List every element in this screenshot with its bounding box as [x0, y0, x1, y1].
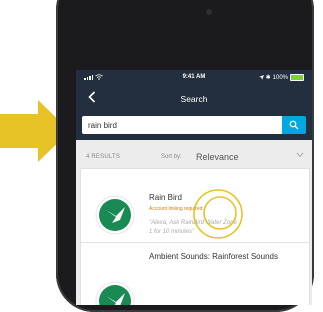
skill-card-rain-bird[interactable]: Rain Bird Account linking required "Alex…: [80, 168, 310, 250]
skill-name: Ambient Sounds: Rainforest Sounds: [149, 252, 278, 261]
results-bar: 4 RESULTS Sort by: Relevance: [76, 148, 312, 166]
phone-camera: [206, 9, 212, 15]
sort-dropdown[interactable]: Relevance: [196, 152, 239, 162]
battery-percent: 100%: [272, 74, 288, 81]
results-count: 4 RESULTS: [86, 154, 121, 160]
status-bar: 9:41 AM ✱ 100%: [76, 70, 312, 86]
skill-name: Rain Bird: [149, 193, 182, 202]
header-bar: 9:41 AM ✱ 100% Search: [76, 70, 312, 118]
chevron-down-icon[interactable]: [296, 152, 304, 158]
battery-icon: [290, 74, 304, 81]
bird-icon: [95, 195, 135, 235]
search-row: [76, 114, 312, 140]
app-screen: 9:41 AM ✱ 100% Search 4 RESULTS Sort by:: [76, 70, 312, 305]
bird-icon: [95, 281, 135, 305]
skill-subtitle: Account linking required: [149, 206, 203, 212]
search-input[interactable]: [82, 116, 282, 134]
skill-card-ambient-sounds[interactable]: Ambient Sounds: Rainforest Sounds: [80, 242, 310, 305]
search-button[interactable]: [282, 116, 306, 134]
bluetooth-icon: ✱: [265, 75, 271, 81]
skill-example-phrase: "Alexa, Ask RainBird Water Zone 1 for 10…: [149, 220, 237, 235]
search-icon: [289, 120, 299, 130]
page-title: Search: [180, 94, 208, 104]
location-icon: [258, 75, 264, 80]
sort-label: Sort by:: [161, 154, 182, 160]
